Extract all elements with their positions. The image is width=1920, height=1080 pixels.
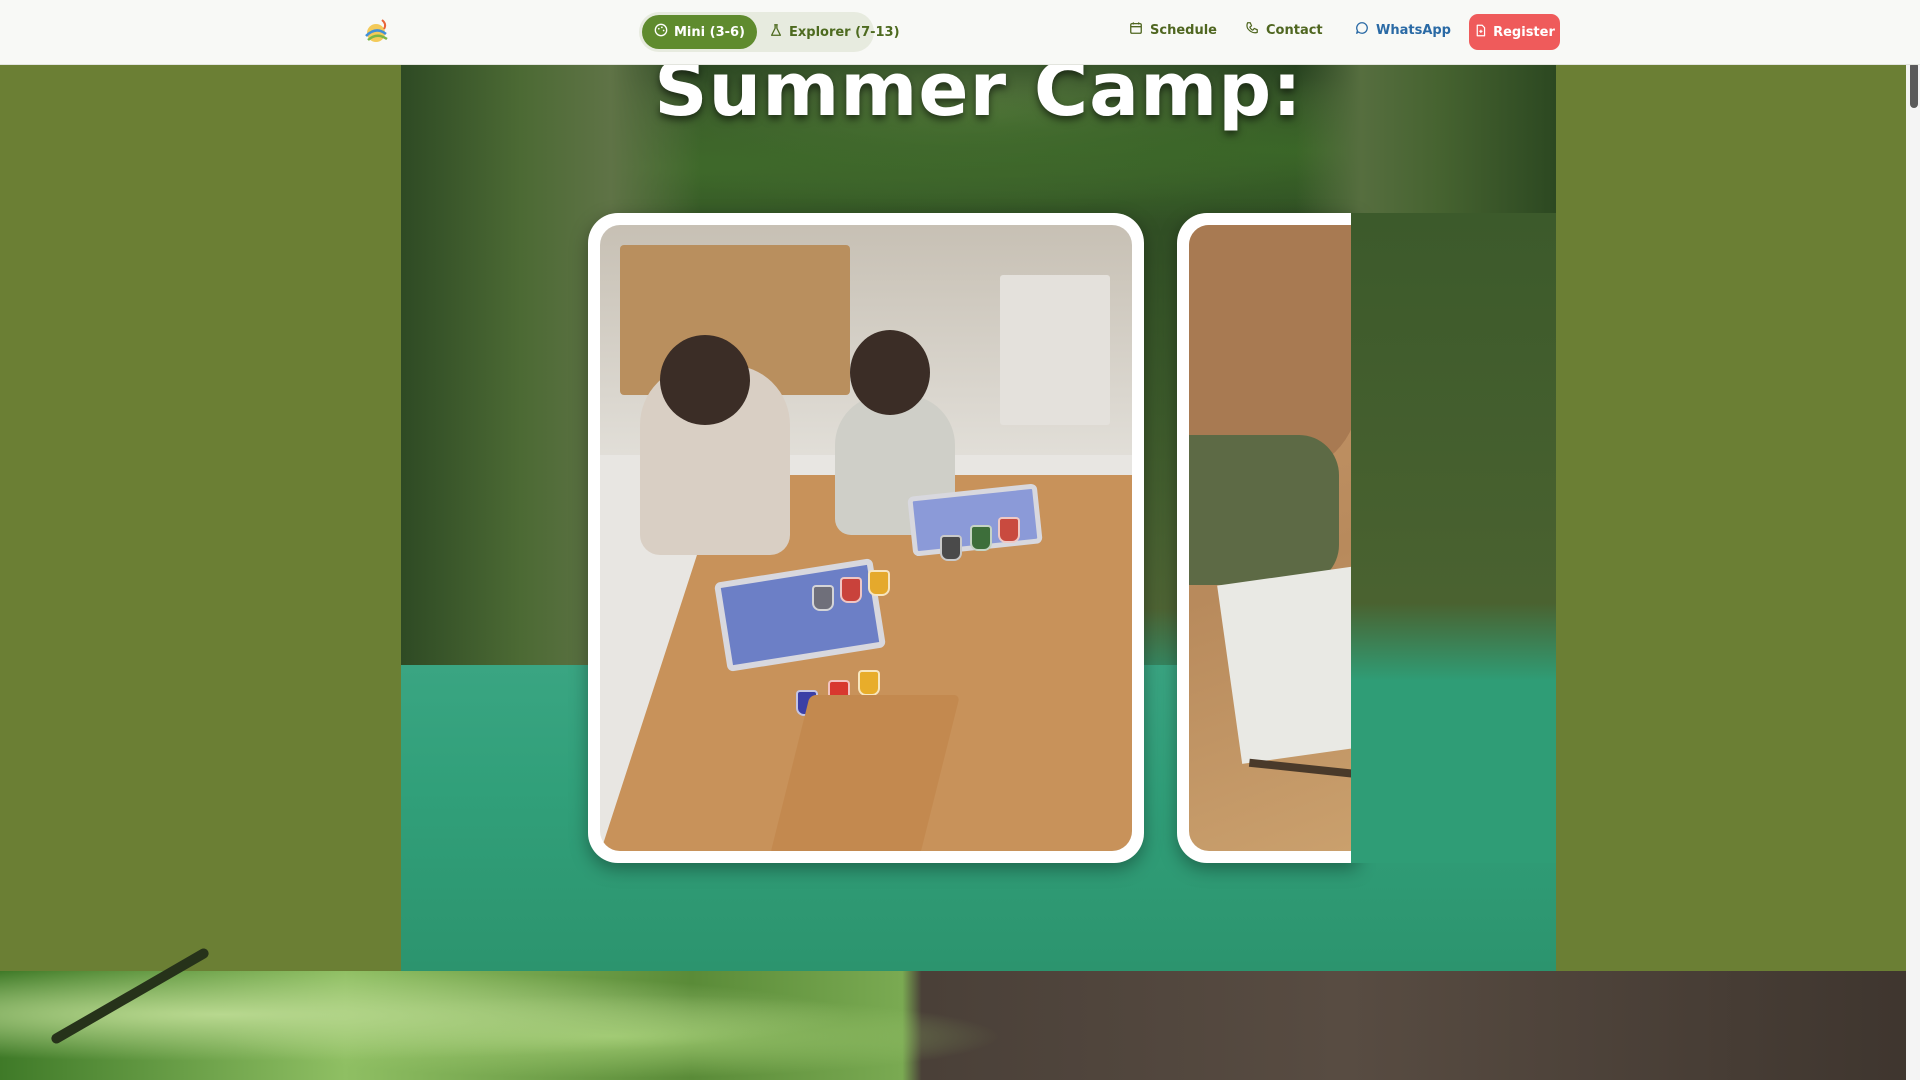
flask-icon xyxy=(769,23,783,41)
scrollbar-thumb[interactable] xyxy=(1910,62,1918,108)
register-button-label: Register xyxy=(1493,24,1555,40)
chat-bubble-icon xyxy=(1355,21,1369,39)
top-navigation-bar: Mini (3-6) Explorer (7-13) Schedule Cont… xyxy=(0,0,1920,65)
document-icon xyxy=(1474,24,1487,41)
photo-card[interactable] xyxy=(1177,213,1357,863)
age-group-tabs: Mini (3-6) Explorer (7-13) xyxy=(639,12,900,52)
hero-section: Summer Camp: xyxy=(401,65,1556,971)
carousel-clip-area xyxy=(1351,213,1556,863)
child-drawing-photo xyxy=(1189,225,1357,851)
tab-mini[interactable]: Mini (3-6) xyxy=(642,15,757,49)
whatsapp-link[interactable]: WhatsApp xyxy=(1355,21,1451,39)
sun-logo-icon[interactable] xyxy=(360,16,392,48)
whatsapp-link-label: WhatsApp xyxy=(1376,22,1451,38)
register-button[interactable]: Register xyxy=(1469,14,1560,50)
calendar-icon xyxy=(1129,21,1143,39)
tab-explorer[interactable]: Explorer (7-13) xyxy=(757,15,912,49)
page-title: Summer Camp: xyxy=(654,65,1303,133)
tab-mini-label: Mini (3-6) xyxy=(674,24,745,40)
lower-section-background xyxy=(0,946,1920,1080)
children-painting-photo xyxy=(600,225,1132,851)
schedule-link-label: Schedule xyxy=(1150,22,1217,38)
photo-card[interactable] xyxy=(588,213,1144,863)
contact-link[interactable]: Contact xyxy=(1245,21,1323,39)
lower-background-foliage xyxy=(0,971,1110,1080)
schedule-link[interactable]: Schedule xyxy=(1129,21,1217,39)
contact-link-label: Contact xyxy=(1266,22,1323,38)
tab-explorer-label: Explorer (7-13) xyxy=(789,24,900,40)
scrollbar-track[interactable] xyxy=(1906,65,1920,1080)
phone-icon xyxy=(1245,21,1259,39)
palette-icon xyxy=(654,23,668,41)
